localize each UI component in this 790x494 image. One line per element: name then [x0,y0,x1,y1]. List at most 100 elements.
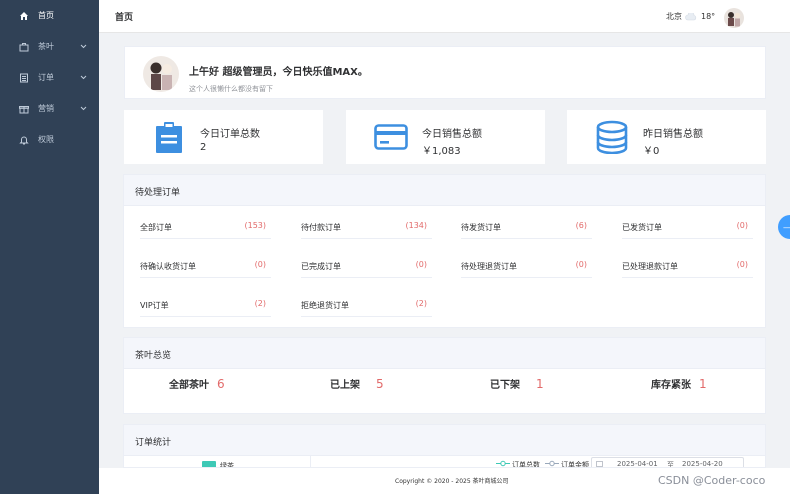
order-item-label: 全部订单 [140,223,172,232]
order-item-label: 已处理退款订单 [622,262,678,271]
order-item-count: (0) [254,260,266,269]
sidebar-item-label: 首页 [38,11,54,20]
sidebar-item-marketing[interactable]: 营销 [0,93,99,124]
order-item-count: (0) [415,260,427,269]
stat-value: ￥0 [643,146,660,157]
welcome-card: 上午好 超级管理员，今日快乐值MAX。 这个人很懒什么都没有留下 [124,46,766,99]
sidebar-item-tea[interactable]: 茶叶 [0,31,99,62]
tea-stat-on-shelf[interactable]: 已上架 5 [330,376,384,391]
chevron-down-icon [80,73,87,83]
stat-label: 今日订单总数 [200,129,260,140]
coins-icon [595,120,629,155]
home-icon [18,10,30,22]
panel-header: 茶叶总览 [124,338,765,369]
order-item-count: (6) [575,221,587,230]
cloud-icon [685,11,697,24]
stat-value: 2 [200,142,207,153]
tea-stat-off-shelf[interactable]: 已下架 1 [490,376,544,391]
order-item-label: 待处理退货订单 [461,262,517,271]
legend-amount[interactable]: 订单金额 [561,460,589,467]
order-item-count: (2) [415,299,427,308]
watermark: CSDN @Coder-coco [658,474,766,487]
panel-title: 待处理订单 [135,188,181,198]
order-item-label: 待确认收货订单 [140,262,196,271]
order-item-return-rejected[interactable]: 拒绝退货订单 (2) [301,293,432,317]
stat-card-today-orders: 今日订单总数 2 [124,110,323,164]
order-item-count: (134) [405,221,427,230]
stat-label: 昨日销售总额 [643,129,703,140]
chevron-down-icon [80,42,87,52]
order-item-label: 待付款订单 [301,223,341,232]
order-item-count: (0) [736,221,748,230]
order-item-count: (153) [244,221,266,230]
order-item-label: 待发货订单 [461,223,501,232]
page-title: 首页 [115,12,134,23]
tea-stat-low-stock[interactable]: 库存紧张 1 [651,376,707,391]
legend-line-icon [496,460,510,467]
tea-stat-all[interactable]: 全部茶叶 6 [169,376,225,391]
tea-stat-value: 1 [699,377,707,391]
order-item-all[interactable]: 全部订单 (153) [140,215,271,239]
sidebar-item-label: 营销 [38,104,54,113]
order-item-pending-return[interactable]: 待处理退货订单 (0) [461,254,592,278]
floating-action-button[interactable]: — [778,215,790,239]
sidebar-item-label: 权限 [38,135,54,144]
panel-header: 待处理订单 [124,175,765,206]
date-range-picker[interactable]: 2025-04-01 至 2025-04-20 [591,457,744,468]
tea-stat-label: 库存紧张 [651,380,691,391]
list-icon [18,72,30,84]
tea-stat-value: 5 [376,377,384,391]
order-item-label: 已发货订单 [622,223,662,232]
legend-label: 绿茶 [220,462,234,468]
card-icon [374,120,408,154]
tea-stat-label: 已上架 [330,380,360,391]
sidebar-item-home[interactable]: 首页 [0,0,99,31]
stat-card-today-sales: 今日销售总额 ￥1,083 [346,110,545,164]
panel-header: 订单统计 [124,425,765,456]
legend-total[interactable]: 订单总数 [512,460,540,467]
stat-value: ￥1,083 [422,146,461,157]
order-item-vip[interactable]: VIP订单 (2) [140,293,271,317]
stat-card-yesterday-sales: 昨日销售总额 ￥0 [567,110,766,164]
order-item-count: (2) [254,299,266,308]
welcome-greeting: 上午好 超级管理员，今日快乐值MAX。 [189,67,368,78]
date-start: 2025-04-01 [617,460,658,468]
panel-title: 茶叶总览 [135,351,172,361]
order-item-shipped[interactable]: 已发货订单 (0) [622,215,753,239]
order-item-label: VIP订单 [140,301,169,310]
order-item-pending-payment[interactable]: 待付款订单 (134) [301,215,432,239]
calendar-icon [596,461,603,467]
order-item-count: (0) [736,260,748,269]
tea-stat-value: 1 [536,377,544,391]
order-item-pending-receipt[interactable]: 待确认收货订单 (0) [140,254,271,278]
user-signature: 这个人很懒什么都没有留下 [189,85,273,93]
avatar [143,56,179,92]
weather-city: 北京 [666,11,682,21]
panel-title: 订单统计 [135,438,172,448]
order-item-label: 已完成订单 [301,262,341,271]
sidebar-item-orders[interactable]: 订单 [0,62,99,93]
order-item-label: 拒绝退货订单 [301,301,349,310]
tea-stat-label: 已下架 [490,380,520,391]
weather-temperature: 18° [701,11,716,21]
order-item-pending-shipment[interactable]: 待发货订单 (6) [461,215,592,239]
sidebar-item-permissions[interactable]: 权限 [0,124,99,155]
legend-line-icon [545,460,559,467]
order-item-refunded[interactable]: 已处理退款订单 (0) [622,254,753,278]
sidebar: 首页 茶叶 订单 营销 权限 [0,0,99,494]
order-item-completed[interactable]: 已完成订单 (0) [301,254,432,278]
date-separator: 至 [667,461,674,468]
bell-icon [18,134,30,146]
gift-icon [18,103,30,115]
stat-label: 今日销售总额 [422,129,482,140]
user-avatar[interactable] [724,8,744,28]
order-stats-panel: 订单统计 绿茶 订单总数 订单金额 2025-04-01 至 2025-04-2… [123,424,766,468]
legend-swatch [202,461,216,467]
sidebar-item-label: 茶叶 [38,42,54,51]
copyright-text: Copyright © 2020 - 2025 茶叶商城公司 [395,478,509,485]
clipboard-icon [152,120,186,154]
tea-stat-value: 6 [217,377,225,391]
date-end: 2025-04-20 [682,460,723,468]
order-item-count: (0) [575,260,587,269]
float-button-label: — [783,223,790,232]
